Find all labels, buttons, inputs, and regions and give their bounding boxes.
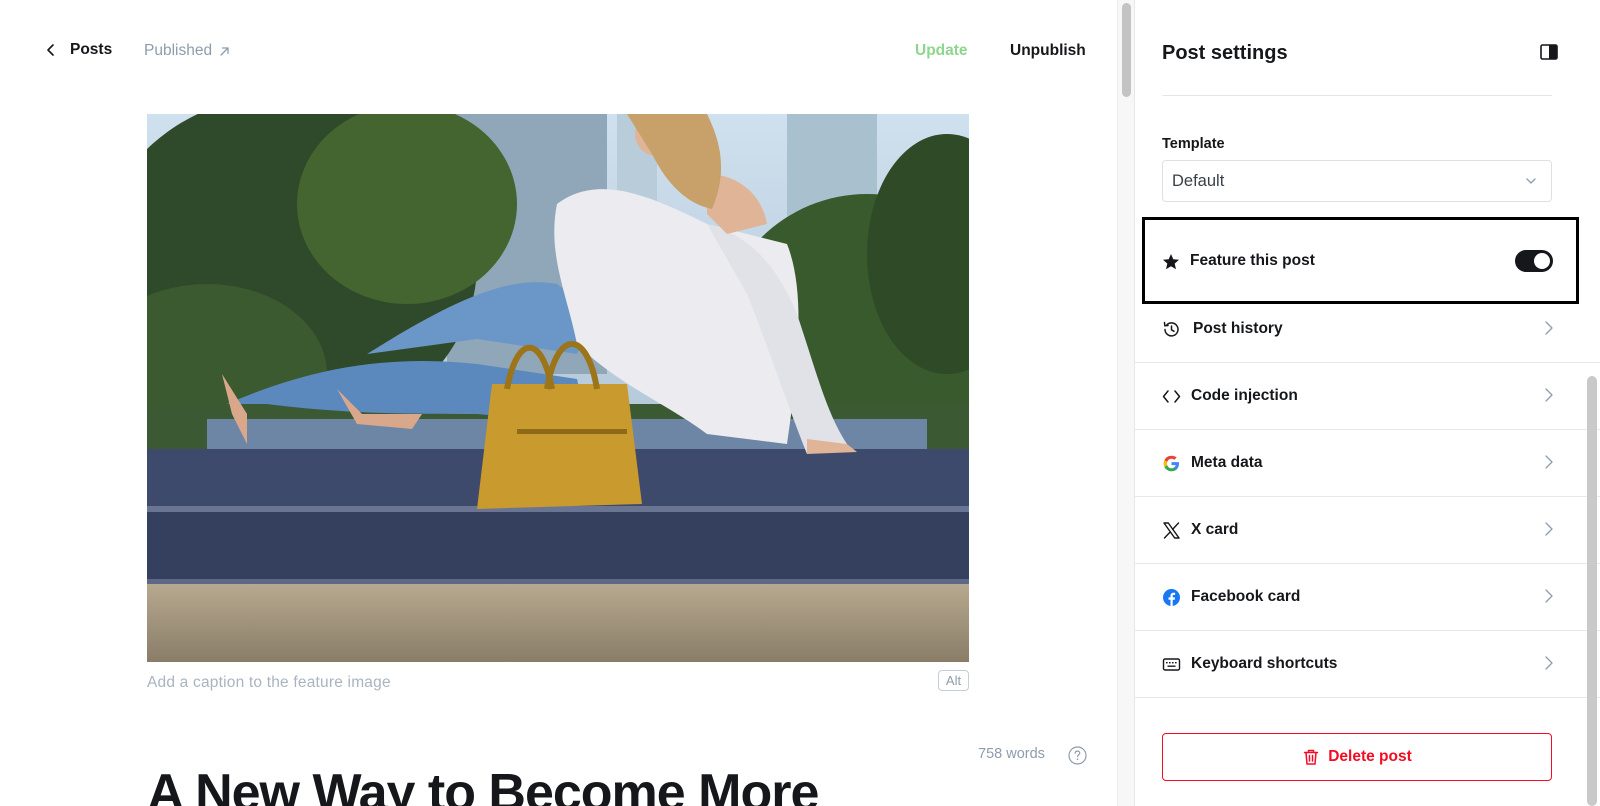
external-arrow-icon bbox=[220, 46, 229, 56]
chevron-right-icon bbox=[1545, 388, 1553, 402]
back-label: Posts bbox=[70, 41, 113, 58]
delete-post-label: Delete post bbox=[1328, 748, 1412, 765]
post-editor: Posts Published Update Unpublish Add a c… bbox=[0, 0, 1117, 806]
editor-scrollbar-thumb[interactable] bbox=[1122, 3, 1131, 97]
settings-title: Post settings bbox=[1162, 42, 1288, 64]
code-icon bbox=[1162, 390, 1181, 403]
chevron-right-icon bbox=[1545, 455, 1553, 469]
post-title[interactable]: A New Way to Become More bbox=[147, 763, 819, 806]
facebook-card-item[interactable]: Facebook card bbox=[1135, 564, 1600, 631]
chevron-right-icon bbox=[1545, 589, 1553, 603]
x-icon bbox=[1163, 522, 1180, 539]
feature-image[interactable] bbox=[147, 114, 969, 662]
help-icon[interactable] bbox=[1068, 746, 1087, 765]
x-card-item[interactable]: X card bbox=[1135, 497, 1600, 564]
post-history-item[interactable]: Post history bbox=[1135, 296, 1600, 363]
history-icon bbox=[1163, 321, 1179, 337]
update-button[interactable]: Update bbox=[915, 42, 968, 60]
keyboard-shortcuts-item[interactable]: Keyboard shortcuts bbox=[1135, 631, 1600, 698]
feature-post-row[interactable]: Feature this post bbox=[1142, 217, 1579, 304]
settings-scrollbar-thumb[interactable] bbox=[1587, 376, 1597, 806]
post-settings-panel: Post settings Template Default Feature t… bbox=[1134, 0, 1600, 806]
sidebar-toggle-icon[interactable] bbox=[1540, 44, 1558, 60]
x-card-label: X card bbox=[1191, 521, 1239, 538]
trash-icon bbox=[1303, 749, 1319, 765]
template-value: Default bbox=[1172, 171, 1225, 190]
unpublish-button[interactable]: Unpublish bbox=[1010, 42, 1086, 60]
code-injection-item[interactable]: Code injection bbox=[1135, 363, 1600, 430]
google-icon bbox=[1163, 455, 1179, 472]
published-status-link[interactable]: Published bbox=[144, 42, 231, 60]
editor-topbar: Posts Published Update Unpublish bbox=[0, 0, 1117, 106]
feature-image-caption[interactable]: Add a caption to the feature image bbox=[147, 674, 391, 692]
feature-post-toggle[interactable] bbox=[1515, 250, 1553, 272]
feature-post-label: Feature this post bbox=[1190, 252, 1315, 269]
chevron-down-icon bbox=[1526, 178, 1536, 184]
keyboard-shortcuts-label: Keyboard shortcuts bbox=[1191, 655, 1338, 672]
chevron-right-icon bbox=[1545, 321, 1553, 335]
keyboard-icon bbox=[1162, 658, 1181, 671]
chevron-right-icon bbox=[1545, 656, 1553, 670]
template-label: Template bbox=[1162, 136, 1225, 152]
chevron-left-icon bbox=[47, 44, 54, 56]
facebook-icon bbox=[1163, 589, 1180, 606]
back-to-posts-link[interactable]: Posts bbox=[44, 41, 112, 59]
template-select[interactable]: Default bbox=[1162, 160, 1552, 202]
settings-nav-list: Post history Code injection Meta data X … bbox=[1135, 296, 1600, 698]
settings-field-divider bbox=[1162, 95, 1552, 96]
word-count: 758 words bbox=[978, 746, 1045, 762]
delete-post-button[interactable]: Delete post bbox=[1162, 733, 1552, 781]
chevron-right-icon bbox=[1545, 522, 1553, 536]
star-icon bbox=[1163, 254, 1179, 270]
status-label: Published bbox=[144, 42, 213, 59]
meta-data-item[interactable]: Meta data bbox=[1135, 430, 1600, 497]
editor-scrollbar[interactable] bbox=[1117, 0, 1134, 806]
alt-text-button[interactable]: Alt bbox=[938, 670, 969, 691]
code-injection-label: Code injection bbox=[1191, 387, 1298, 404]
post-history-label: Post history bbox=[1193, 320, 1283, 337]
toggle-knob bbox=[1534, 253, 1550, 269]
meta-data-label: Meta data bbox=[1191, 454, 1263, 471]
facebook-card-label: Facebook card bbox=[1191, 588, 1301, 605]
